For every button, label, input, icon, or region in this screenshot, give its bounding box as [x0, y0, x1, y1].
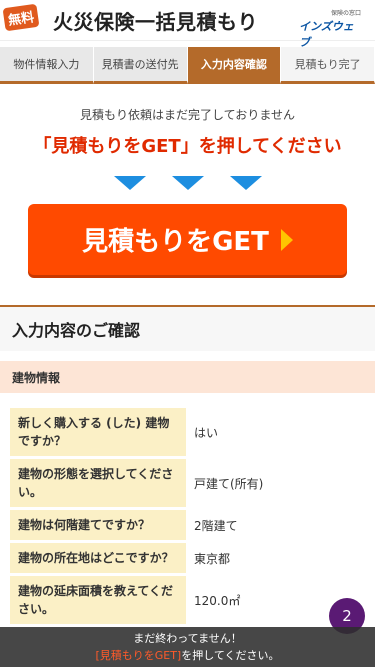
footer-line1: まだ終わってません！: [133, 632, 242, 645]
step-complete: 見積もり完了: [281, 47, 375, 84]
building-info-table: 新しく購入する (した) 建物ですか？ はい 建物の形態を選択してください。 戸…: [10, 405, 365, 627]
footer-highlight: [見積もりをGET]: [95, 649, 182, 662]
building-info-heading: 建物情報: [0, 361, 375, 393]
table-row: 建物の形態を選択してください。 戸建て(所有): [10, 459, 365, 507]
site-title: 火災保険一括見積もり: [53, 10, 258, 34]
table-row: 建物の延床面積を教えてください。 120.0㎡: [10, 576, 365, 624]
logo-subtitle: 保険の窓口: [330, 10, 361, 17]
progress-steps: 物件情報入力 見積書の送付先 入力内容確認 見積もり完了: [0, 47, 375, 84]
sticky-footer-banner[interactable]: まだ終わってません！ [見積もりをGET]を押してください。: [0, 627, 375, 667]
question-cell: 建物の延床面積を教えてください。: [10, 576, 186, 624]
insweb-logo[interactable]: 保険の窓口 インズウェブ: [299, 4, 369, 52]
footer-line2-text: を押してください。: [181, 649, 280, 662]
question-cell: 建物の形態を選択してください。: [10, 459, 186, 507]
question-cell: 建物は何階建てですか？: [10, 510, 186, 540]
answer-cell: はい: [186, 408, 365, 456]
step-property-info: 物件情報入力: [0, 47, 94, 84]
table-row: 新しく購入する (した) 建物ですか？ はい: [10, 408, 365, 456]
cta-instruction: 「見積もりをGET」を押してください: [33, 136, 342, 157]
footer-line2: [見積もりをGET]を押してください。: [0, 647, 375, 664]
get-quote-button-label: 見積もりをGET: [82, 227, 269, 257]
triangle-right-icon: [280, 228, 293, 251]
step-send-destination: 見積書の送付先: [93, 47, 188, 84]
down-arrow-icon: [171, 176, 204, 190]
answer-cell: 東京都: [186, 543, 365, 573]
table-row: 建物は何階建てですか？ 2階建て: [10, 510, 365, 540]
question-cell: 新しく購入する (した) 建物ですか？: [10, 408, 186, 456]
chat-count: 2: [342, 607, 352, 625]
down-arrows: [0, 176, 375, 190]
get-quote-button[interactable]: 見積もりをGET: [28, 204, 347, 275]
incomplete-notice: 見積もり依頼はまだ完了しておりません: [80, 108, 295, 122]
free-badge: 無料: [2, 3, 40, 32]
section-title: 入力内容のご確認: [0, 307, 375, 351]
step-confirm-input: 入力内容確認: [187, 47, 282, 84]
site-header: 無料 火災保険一括見積もり 保険の窓口 インズウェブ: [0, 0, 375, 52]
down-arrow-icon: [229, 176, 262, 190]
question-cell: 建物の所在地はどこですか？: [10, 543, 186, 573]
answer-cell: 戸建て(所有): [186, 459, 365, 507]
answer-cell: 2階建て: [186, 510, 365, 540]
table-row: 建物の所在地はどこですか？ 東京都: [10, 543, 365, 573]
down-arrow-icon: [113, 176, 146, 190]
